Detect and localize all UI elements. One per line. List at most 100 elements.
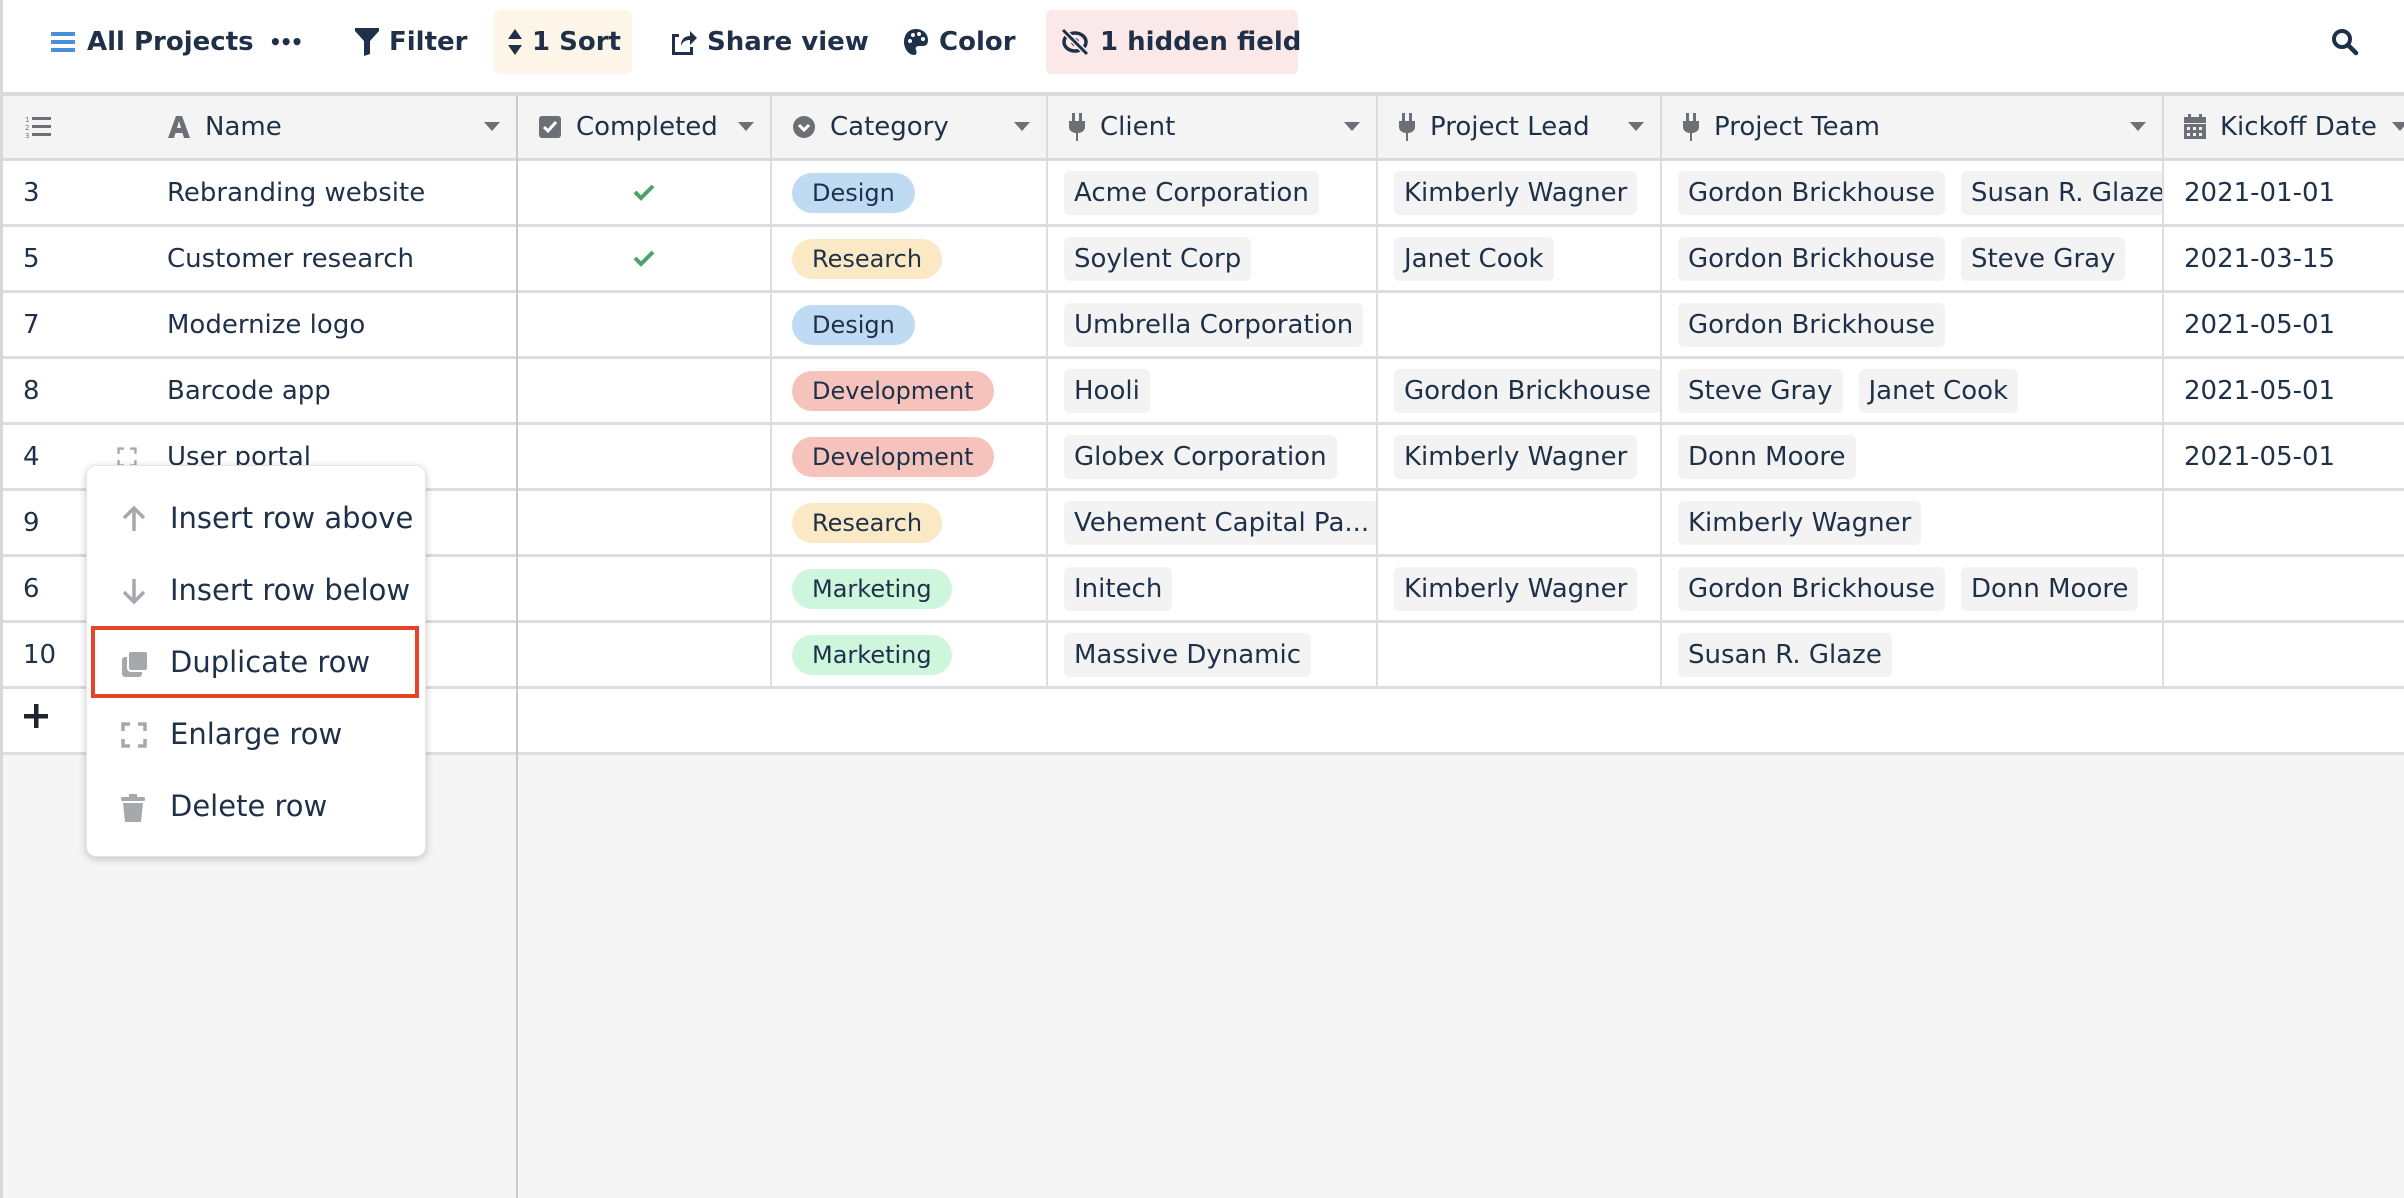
category-cell[interactable]: Research (772, 227, 1048, 290)
chevron-down-icon[interactable] (1014, 122, 1030, 131)
row-number-header[interactable]: 123 (3, 96, 153, 158)
client-cell[interactable]: Globex Corporation (1048, 425, 1378, 488)
category-cell[interactable]: Design (772, 293, 1048, 356)
person-chip[interactable]: Janet Cook (1858, 368, 2019, 413)
category-cell[interactable]: Marketing (772, 623, 1048, 686)
person-chip[interactable]: Gordon Brickhouse (1678, 170, 1945, 215)
share-view-button[interactable]: Share view (655, 10, 883, 74)
menu-item-insert-row-above[interactable]: Insert row above (87, 482, 427, 554)
kickoff-date-cell[interactable]: 2021-05-01 (2164, 293, 2404, 356)
client-chip[interactable]: Massive Dynamic (1064, 632, 1311, 677)
project-lead-cell[interactable] (1378, 623, 1662, 686)
person-chip[interactable]: Susan R. Glaze (1960, 170, 2162, 215)
color-button[interactable]: Color (889, 10, 1030, 74)
column-header-name[interactable]: Name (153, 96, 516, 158)
person-chip[interactable]: Gordon Brickhouse (1394, 368, 1660, 413)
client-cell[interactable]: Massive Dynamic (1048, 623, 1378, 686)
client-chip[interactable]: Acme Corporation (1064, 170, 1319, 215)
chevron-down-icon[interactable] (2130, 122, 2146, 131)
category-cell[interactable]: Development (772, 359, 1048, 422)
project-lead-cell[interactable]: Kimberly Wagner (1378, 425, 1662, 488)
kickoff-date-cell[interactable]: 2021-05-01 (2164, 425, 2404, 488)
category-cell[interactable]: Design (772, 161, 1048, 224)
client-cell[interactable]: Hooli (1048, 359, 1378, 422)
menu-item-insert-row-below[interactable]: Insert row below (87, 554, 427, 626)
filter-button[interactable]: Filter (341, 10, 481, 74)
person-chip[interactable]: Gordon Brickhouse (1678, 236, 1945, 281)
menu-item-delete-row[interactable]: Delete row (87, 770, 427, 842)
chevron-down-icon[interactable] (1628, 122, 1644, 131)
client-cell[interactable]: Initech (1048, 557, 1378, 620)
project-team-cell[interactable]: Susan R. Glaze (1662, 623, 2164, 686)
kickoff-date-cell[interactable]: 2021-01-01 (2164, 161, 2404, 224)
client-chip[interactable]: Hooli (1064, 368, 1150, 413)
view-switcher-button[interactable]: All Projects (37, 10, 268, 74)
name-cell[interactable]: Rebranding website (153, 161, 516, 224)
table-row[interactable]: 8 Barcode app (3, 359, 516, 425)
table-row[interactable]: Development Globex Corporation Kimberly Wa… (518, 425, 2404, 491)
kickoff-date-cell[interactable] (2164, 623, 2404, 686)
person-chip[interactable]: Susan R. Glaze (1678, 632, 1892, 677)
completed-cell[interactable] (518, 227, 772, 290)
table-row[interactable]: Research Vehement Capital Pa... Kimberly W… (518, 491, 2404, 557)
completed-cell[interactable] (518, 161, 772, 224)
person-chip[interactable]: Donn Moore (1960, 566, 2139, 611)
client-chip[interactable]: Umbrella Corporation (1064, 302, 1364, 347)
table-row[interactable]: Design Umbrella Corporation Gordon Brickho… (518, 293, 2404, 359)
column-header-project-team[interactable]: Project Team (1662, 96, 2164, 158)
sort-button[interactable]: 1 Sort (494, 10, 632, 74)
menu-item-enlarge-row[interactable]: Enlarge row (87, 698, 427, 770)
name-cell[interactable]: Barcode app (153, 359, 516, 422)
table-row[interactable]: 5 Customer research (3, 227, 516, 293)
search-button[interactable] (2323, 10, 2377, 74)
table-row[interactable]: Design Acme Corporation Kimberly Wagner Gor… (518, 161, 2404, 227)
person-chip[interactable]: Steve Gray (1960, 236, 2126, 281)
chevron-down-icon[interactable] (2392, 122, 2404, 131)
person-chip[interactable]: Donn Moore (1678, 434, 1856, 479)
project-lead-cell[interactable]: Kimberly Wagner (1378, 161, 1662, 224)
project-lead-cell[interactable]: Kimberly Wagner (1378, 557, 1662, 620)
hidden-fields-button[interactable]: 1 hidden field (1046, 10, 1301, 74)
plus-icon[interactable] (23, 703, 49, 733)
chevron-down-icon[interactable] (484, 122, 500, 131)
person-chip[interactable]: Steve Gray (1678, 368, 1843, 413)
column-header-kickoff-date[interactable]: Kickoff Date (2164, 96, 2404, 158)
category-cell[interactable]: Development (772, 425, 1048, 488)
completed-cell[interactable] (518, 425, 772, 488)
kickoff-date-cell[interactable] (2164, 491, 2404, 554)
project-lead-cell[interactable] (1378, 293, 1662, 356)
completed-cell[interactable] (518, 623, 772, 686)
person-chip[interactable]: Kimberly Wagner (1394, 566, 1638, 611)
kickoff-date-cell[interactable]: 2021-05-01 (2164, 359, 2404, 422)
kickoff-date-cell[interactable] (2164, 557, 2404, 620)
table-row[interactable]: Development Hooli Gordon Brickhouse Steve G… (518, 359, 2404, 425)
person-chip[interactable]: Kimberly Wagner (1394, 434, 1638, 479)
completed-cell[interactable] (518, 359, 772, 422)
client-cell[interactable]: Umbrella Corporation (1048, 293, 1378, 356)
table-row[interactable]: 7 Modernize logo (3, 293, 516, 359)
chevron-down-icon[interactable] (1344, 122, 1360, 131)
column-header-category[interactable]: Category (772, 96, 1048, 158)
table-row[interactable]: 3 Rebranding website (3, 161, 516, 227)
kickoff-date-cell[interactable]: 2021-03-15 (2164, 227, 2404, 290)
person-chip[interactable]: Janet Cook (1394, 236, 1554, 281)
client-cell[interactable]: Vehement Capital Pa... (1048, 491, 1378, 554)
project-team-cell[interactable]: Gordon Brickhouse Susan R. Glaze (1662, 161, 2164, 224)
menu-item-duplicate-row[interactable]: Duplicate row (91, 626, 419, 698)
project-team-cell[interactable]: Donn Moore (1662, 425, 2164, 488)
project-lead-cell[interactable]: Gordon Brickhouse (1378, 359, 1662, 422)
table-row[interactable]: Marketing Initech Kimberly Wagner Gordon Br… (518, 557, 2404, 623)
completed-cell[interactable] (518, 557, 772, 620)
completed-cell[interactable] (518, 491, 772, 554)
project-lead-cell[interactable] (1378, 491, 1662, 554)
project-team-cell[interactable]: Gordon Brickhouse (1662, 293, 2164, 356)
add-row-area[interactable] (518, 689, 2404, 755)
person-chip[interactable]: Gordon Brickhouse (1678, 302, 1945, 347)
project-team-cell[interactable]: Gordon Brickhouse Donn Moore (1662, 557, 2164, 620)
person-chip[interactable]: Kimberly Wagner (1678, 500, 1922, 545)
client-chip[interactable]: Globex Corporation (1064, 434, 1337, 479)
client-chip[interactable]: Soylent Corp (1064, 236, 1252, 281)
client-cell[interactable]: Acme Corporation (1048, 161, 1378, 224)
completed-cell[interactable] (518, 293, 772, 356)
column-header-project-lead[interactable]: Project Lead (1378, 96, 1662, 158)
